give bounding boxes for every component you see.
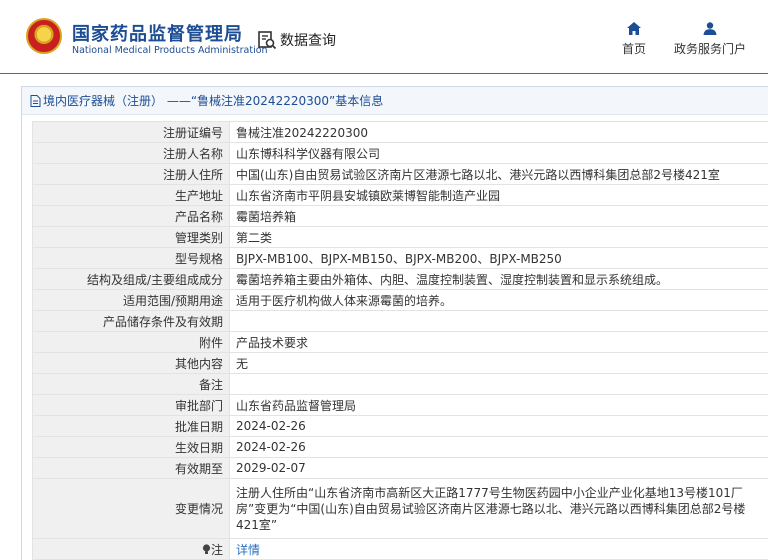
table-row: 审批部门 山东省药品监督管理局 — [32, 394, 768, 416]
table-row: 批准日期 2024-02-26 — [32, 415, 768, 437]
field-label: 批准日期 — [32, 415, 230, 437]
site-header: ★ 国家药品监督管理局 National Medical Products Ad… — [0, 0, 768, 74]
field-label: 生产地址 — [32, 184, 230, 206]
field-value — [229, 310, 768, 332]
table-row: 注册人住所 中国(山东)自由贸易试验区济南片区港源七路以北、港兴元路以西博科集团总… — [32, 163, 768, 185]
nav-gov-portal-label: 政务服务门户 — [673, 42, 746, 56]
table-row: 变更情况 注册人住所由“山东省济南市高新区大正路1777号生物医药园中小企业产业化… — [32, 478, 768, 539]
table-row: 结构及组成/主要组成成分 霉菌培养箱主要由外箱体、内胆、温度控制装置、湿度控制装置… — [32, 268, 768, 290]
table-row: 有效期至 2029-02-07 — [32, 457, 768, 479]
field-value: 第二类 — [229, 226, 768, 248]
table-row: 产品名称 霉菌培养箱 — [32, 205, 768, 227]
field-value: 适用于医疗机构做人体来源霉菌的培养。 — [229, 289, 768, 311]
table-row: 生产地址 山东省济南市平阴县安城镇欧莱博智能制造产业园 — [32, 184, 768, 206]
detail-panel: 境内医疗器械（注册） ——“鲁械注准20242220300”基本信息 注册证编号… — [21, 86, 768, 560]
field-value: 山东省济南市平阴县安城镇欧莱博智能制造产业园 — [229, 184, 768, 206]
field-label: 注册人住所 — [32, 163, 230, 185]
table-row: 注详情 — [32, 538, 768, 560]
field-label: 有效期至 — [32, 457, 230, 479]
field-value: 2024-02-26 — [229, 436, 768, 458]
field-label: 审批部门 — [32, 394, 230, 416]
table-row: 生效日期 2024-02-26 — [32, 436, 768, 458]
field-label: 适用范围/预期用途 — [32, 289, 230, 311]
note-label: 注 — [32, 538, 230, 560]
field-label: 型号规格 — [32, 247, 230, 269]
field-value: 无 — [229, 352, 768, 374]
user-icon — [703, 22, 717, 35]
field-value: 霉菌培养箱 — [229, 205, 768, 227]
table-row: 附件 产品技术要求 — [32, 331, 768, 353]
table-row: 产品储存条件及有效期 — [32, 310, 768, 332]
field-label: 产品储存条件及有效期 — [32, 310, 230, 332]
data-query-label: 数据查询 — [280, 33, 336, 49]
lightbulb-icon — [202, 543, 211, 554]
document-icon — [30, 94, 41, 107]
nav-home-label: 首页 — [621, 42, 646, 56]
field-value — [229, 373, 768, 395]
field-label: 变更情况 — [32, 478, 230, 539]
field-value: 山东博科科学仪器有限公司 — [229, 142, 768, 164]
table-row: 备注 — [32, 373, 768, 395]
field-label: 附件 — [32, 331, 230, 353]
nav-home[interactable]: 首页 — [616, 22, 652, 57]
field-label: 备注 — [32, 373, 230, 395]
home-icon — [627, 22, 641, 35]
breadcrumb-text: 境内医疗器械（注册） ——“鲁械注准20242220300”基本信息 — [43, 94, 384, 108]
table-row: 注册证编号 鲁械注准20242220300 — [32, 121, 768, 143]
data-query-link[interactable]: 数据查询 — [257, 30, 336, 50]
field-value: 中国(山东)自由贸易试验区济南片区港源七路以北、港兴元路以西博科集团总部2号楼4… — [229, 163, 768, 185]
table-row: 型号规格 BJPX-MB100、BJPX-MB150、BJPX-MB200、BJP… — [32, 247, 768, 269]
field-label: 生效日期 — [32, 436, 230, 458]
field-label: 注册证编号 — [32, 121, 230, 143]
table-row: 适用范围/预期用途 适用于医疗机构做人体来源霉菌的培养。 — [32, 289, 768, 311]
note-label-text: 注 — [210, 542, 223, 557]
table-row: 注册人名称 山东博科科学仪器有限公司 — [32, 142, 768, 164]
field-label: 产品名称 — [32, 205, 230, 227]
detail-cell: 详情 — [229, 538, 768, 560]
field-value: 2029-02-07 — [229, 457, 768, 479]
table-row: 管理类别 第二类 — [32, 226, 768, 248]
nav-gov-portal[interactable]: 政务服务门户 — [668, 22, 752, 57]
field-label: 注册人名称 — [32, 142, 230, 164]
field-value: 产品技术要求 — [229, 331, 768, 353]
field-value: 霉菌培养箱主要由外箱体、内胆、温度控制装置、湿度控制装置和显示系统组成。 — [229, 268, 768, 290]
field-label: 其他内容 — [32, 352, 230, 374]
detail-link[interactable]: 详情 — [236, 543, 260, 557]
data-query-icon — [258, 31, 277, 50]
field-label: 管理类别 — [32, 226, 230, 248]
field-value: 注册人住所由“山东省济南市高新区大正路1777号生物医药园中小企业产业化基地13… — [229, 478, 768, 539]
field-label: 结构及组成/主要组成成分 — [32, 268, 230, 290]
breadcrumb: 境内医疗器械（注册） ——“鲁械注准20242220300”基本信息 — [22, 87, 768, 115]
table-row: 其他内容无 — [32, 352, 768, 374]
detail-table: 注册证编号 鲁械注准20242220300 注册人名称 山东博科科学仪器有限公司 注册人… — [32, 121, 768, 560]
field-value: 鲁械注准20242220300 — [229, 121, 768, 143]
field-value: 山东省药品监督管理局 — [229, 394, 768, 416]
national-emblem-logo[interactable]: ★ — [26, 18, 62, 54]
field-value: 2024-02-26 — [229, 415, 768, 437]
field-value: BJPX-MB100、BJPX-MB150、BJPX-MB200、BJPX-MB… — [229, 247, 768, 269]
brand-name-cn[interactable]: 国家药品监督管理局 — [72, 20, 243, 46]
brand-name-en: National Medical Products Administration — [72, 45, 268, 56]
